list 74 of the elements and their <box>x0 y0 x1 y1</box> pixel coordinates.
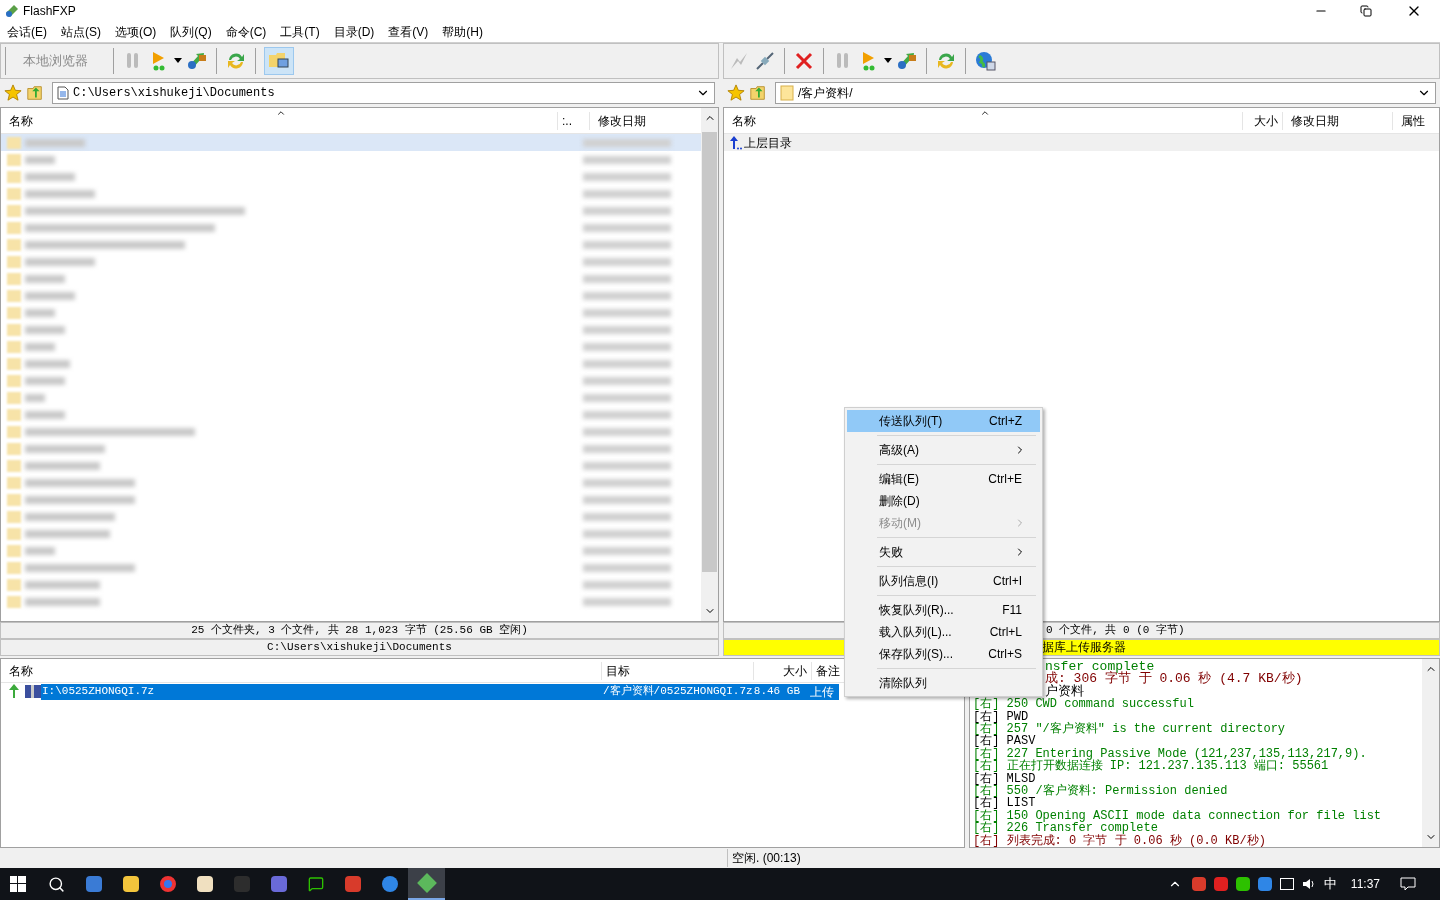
network-icon[interactable] <box>1279 878 1294 890</box>
column-header[interactable]: 修改日期 <box>1282 111 1392 130</box>
clock[interactable]: 11:37 <box>1350 875 1380 893</box>
menu-item[interactable]: 删除(D) <box>847 490 1040 512</box>
upload-arrow-icon <box>7 684 21 699</box>
column-header[interactable]: 大小 <box>753 661 811 680</box>
log-line: [右] PASV <box>973 734 1036 749</box>
queue-row[interactable]: I:\0525ZHONGQI.7z /客户资料/0525ZHONGQI.7z8.46 GB 上传 <box>41 683 839 700</box>
menu-item[interactable]: 高级(A) <box>847 439 1040 461</box>
column-header[interactable]: 名称 <box>1 111 557 130</box>
menu-bar-item[interactable]: 目录(D) <box>326 23 382 41</box>
volume-icon[interactable] <box>1301 877 1316 891</box>
plug-icon[interactable] <box>754 50 776 72</box>
menu-bar-item[interactable]: 命令(C) <box>218 23 274 41</box>
document-icon <box>57 86 69 100</box>
log-line: [右] MLSD <box>973 771 1036 786</box>
menu-bar-item[interactable]: 帮助(H) <box>435 23 490 41</box>
log-line: [右] 550 /客户资料: Permission denied <box>973 783 1228 798</box>
column-header[interactable]: :.. <box>557 111 589 130</box>
folder-up-icon[interactable] <box>26 84 44 102</box>
start-icon[interactable] <box>10 876 26 892</box>
log-line: [右] PWD <box>973 709 1029 724</box>
scrollbar[interactable] <box>1422 659 1439 847</box>
menu-bar-item[interactable]: 查看(V) <box>381 23 436 41</box>
column-header[interactable]: 大小 <box>1242 111 1282 130</box>
file-row[interactable]: 上层目录 <box>724 134 1439 151</box>
menu-item[interactable]: 恢复队列(R)... F11 <box>847 599 1040 621</box>
log-line: [右] 列表完成: 0 字节 于 0.06 秒 (0.0 KB/秒) <box>973 833 1266 848</box>
tray-app-icon[interactable] <box>1213 877 1228 891</box>
menu-item[interactable]: 编辑(E) Ctrl+E <box>847 468 1040 490</box>
menu-item[interactable]: 清除队列 <box>847 672 1040 694</box>
app-logo-icon <box>4 3 20 19</box>
star-icon[interactable] <box>727 84 745 102</box>
menu-bar-item[interactable]: 选项(O) <box>108 23 164 41</box>
column-header[interactable]: 属性 <box>1392 111 1432 130</box>
restore-icon[interactable] <box>1360 5 1372 17</box>
sort-caret-icon <box>980 108 990 118</box>
star-icon[interactable] <box>4 84 22 102</box>
log-line: [右] 150 Opening ASCII mode data connection for file list <box>973 808 1382 823</box>
globe-icon[interactable] <box>974 50 996 72</box>
menu-bar-item[interactable]: 会话(E) <box>0 23 54 41</box>
path-field[interactable]: /客户资料/ <box>775 82 1436 104</box>
scrollbar[interactable] <box>701 108 718 621</box>
archive-icon <box>25 684 41 699</box>
ftp-app-icon[interactable] <box>408 868 445 900</box>
status-text: 25 个文件夹, 3 个文件, 共 28 1,023 字节 (25.56 GB 空闲) <box>0 622 719 639</box>
tray-app-icon[interactable] <box>1257 877 1272 891</box>
sort-caret-icon <box>276 108 286 118</box>
column-header[interactable]: 目标 <box>601 661 753 680</box>
menu-item[interactable]: 失败 <box>847 541 1040 563</box>
menu-item[interactable]: 队列信息(I) Ctrl+I <box>847 570 1040 592</box>
caret-icon[interactable] <box>174 58 182 64</box>
status-path: C:\Users\xishukeji\Documents <box>0 639 719 656</box>
status-bar-text: 空闲. (00:13) <box>727 849 801 867</box>
path-field[interactable]: C:\Users\xishukeji\Documents <box>52 82 715 104</box>
menu-bar-item[interactable]: 队列(Q) <box>163 23 219 41</box>
window-title: FlashFXP <box>23 3 76 20</box>
menu-item[interactable]: 传送队列(T) Ctrl+Z <box>847 410 1040 432</box>
menu-bar-item[interactable]: 站点(S) <box>54 23 108 41</box>
column-header[interactable]: 名称 <box>1 661 601 680</box>
up-arrow-icon <box>728 135 742 150</box>
notification-icon[interactable] <box>1400 877 1416 891</box>
menu-bar-item[interactable]: 工具(T) <box>273 23 327 41</box>
folder-computer-icon[interactable] <box>264 47 294 75</box>
log-line: [右] 257 "/客户资料" is the current directory <box>973 721 1286 736</box>
tray-app-icon[interactable] <box>1191 877 1206 891</box>
ime-indicator[interactable]: 中 <box>1323 874 1337 894</box>
tray-app-icon[interactable] <box>1235 877 1250 891</box>
log-line: [右] 正在打开数据连接 IP: 121.237.135.113 端口: 55561 <box>973 759 1329 774</box>
log-line: [右] LIST <box>973 796 1036 811</box>
caret-icon[interactable] <box>884 58 892 64</box>
log-line: [右] 250 CWD command successful <box>973 697 1194 712</box>
column-header[interactable]: 名称 <box>724 111 1242 130</box>
folder-up-icon[interactable] <box>749 84 767 102</box>
